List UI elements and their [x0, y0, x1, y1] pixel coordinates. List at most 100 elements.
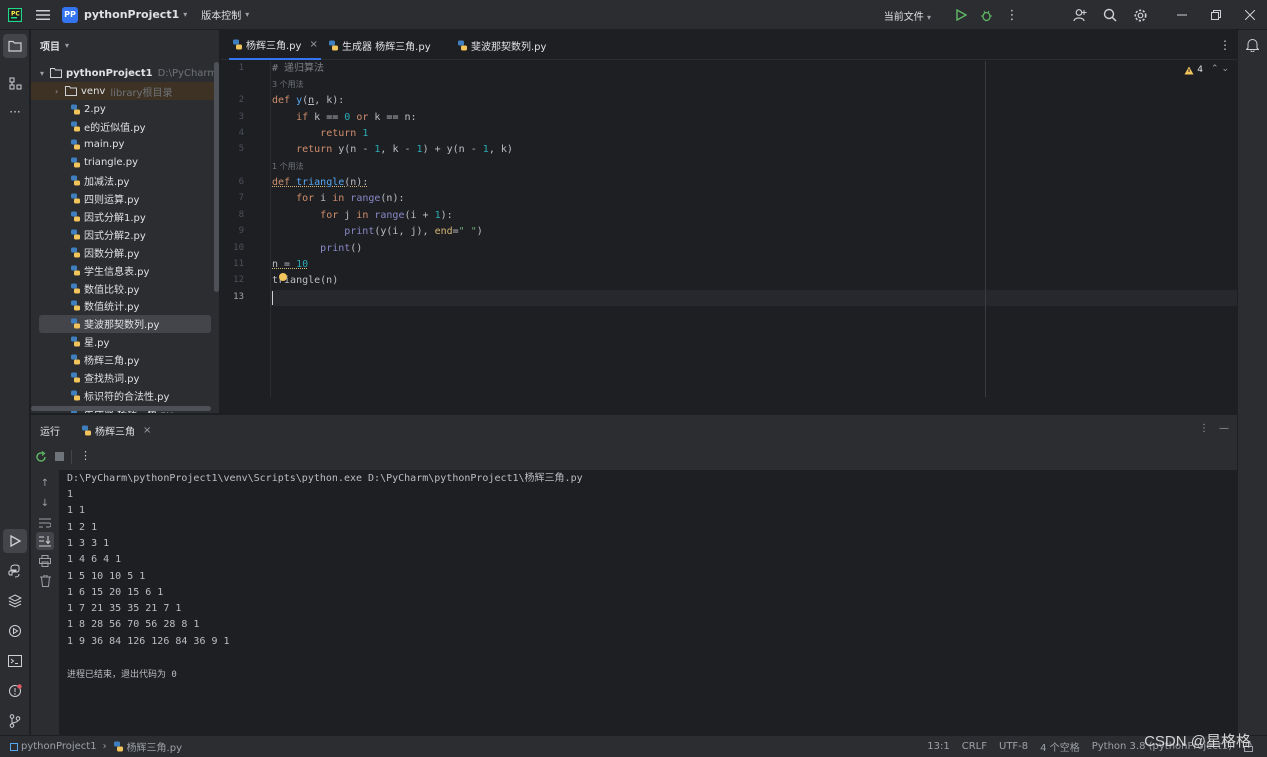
text-cursor — [272, 291, 273, 305]
notifications-bell-icon[interactable] — [1246, 38, 1259, 52]
line-number: 12 — [233, 275, 244, 285]
tab-yanghui[interactable]: 杨辉三角.py × — [229, 30, 321, 60]
code-editor[interactable]: 1 2 3 4 5 6 7 8 9 10 11 12 13 # 递归算法 3 个用法 def y(n, … — [221, 61, 1237, 397]
line-number: 2 — [238, 95, 244, 105]
file-name: 标识符的合法性.py — [84, 391, 170, 403]
file-encoding[interactable]: UTF-8 — [999, 741, 1028, 752]
project-switcher[interactable]: pythonProject1 — [84, 8, 179, 21]
svg-text:PC: PC — [11, 10, 20, 17]
print-icon[interactable] — [38, 554, 52, 568]
chevron-down-icon[interactable]: ▾ — [65, 41, 69, 50]
file-item[interactable]: 学生信息表.py — [31, 261, 214, 279]
navigate-problems-arrows[interactable]: ⌃ ⌄ — [1211, 64, 1229, 74]
file-item[interactable]: 因式分解1.py — [31, 207, 214, 225]
run-config-selector[interactable]: 当前文件 ▾ — [884, 8, 931, 23]
file-name: 因数分解.py — [84, 248, 140, 260]
debug-icon[interactable] — [973, 0, 999, 30]
file-item[interactable]: 加减法.py — [31, 172, 214, 190]
chevron-right-icon[interactable]: › — [55, 87, 65, 96]
intention-bulb-icon[interactable] — [279, 273, 287, 281]
python-console-icon[interactable] — [3, 559, 27, 583]
file-item[interactable]: 2.py — [31, 100, 214, 118]
console-output-line: 1 8 28 56 70 56 28 8 1 — [67, 619, 200, 631]
arrow-up-icon[interactable]: ↑ — [38, 476, 52, 490]
add-user-icon[interactable] — [1065, 0, 1095, 30]
file-item[interactable]: 星.py — [31, 333, 214, 351]
stop-icon[interactable] — [55, 452, 64, 461]
file-item[interactable]: 四则运算.py — [31, 190, 214, 208]
python-packages-icon[interactable] — [3, 589, 27, 613]
project-badge[interactable]: PP — [62, 6, 78, 23]
chevron-down-icon[interactable]: ▾ — [245, 10, 249, 19]
code-line-9: print(y(i, j), end=" ") — [344, 226, 483, 237]
horizontal-scrollbar[interactable] — [31, 406, 211, 411]
file-item[interactable]: 因数分解.py — [31, 243, 214, 261]
inspection-widget[interactable]: 4 — [1184, 65, 1203, 75]
project-panel-header[interactable]: 项目 ▾ — [31, 30, 219, 60]
scroll-to-end-icon[interactable] — [36, 532, 54, 550]
breadcrumb-project[interactable]: pythonProject1 — [21, 741, 97, 752]
search-icon[interactable] — [1095, 0, 1125, 30]
usage-hint[interactable]: 3 个用法 — [272, 77, 304, 93]
vcs-menu[interactable]: 版本控制 — [201, 7, 241, 22]
file-item[interactable]: main.py — [31, 136, 214, 154]
structure-icon[interactable] — [3, 71, 27, 95]
file-item[interactable]: e的近似值.py — [31, 118, 214, 136]
tree-venv[interactable]: › venv library根目录 — [31, 82, 214, 100]
indent-setting[interactable]: 4 个空格 — [1040, 739, 1080, 754]
more-tabs-icon[interactable]: ⋮ — [1219, 38, 1231, 52]
git-icon[interactable] — [3, 709, 27, 733]
line-separator[interactable]: CRLF — [962, 741, 987, 752]
file-item[interactable]: 杨辉三角.py — [31, 351, 214, 369]
breadcrumb-file[interactable]: 杨辉三角.py — [127, 739, 182, 754]
run-console[interactable]: D:\PyCharm\pythonProject1\venv\Scripts\p… — [59, 470, 1237, 735]
chevron-down-icon[interactable]: ▾ — [183, 10, 187, 19]
settings-gear-icon[interactable] — [1125, 0, 1155, 30]
problems-icon[interactable] — [3, 679, 27, 703]
chevron-down-icon[interactable]: ▾ — [40, 69, 50, 78]
more-options-icon[interactable]: ⋮ — [1199, 423, 1209, 434]
file-name: 数值统计.py — [84, 302, 140, 314]
project-tool-folder-icon[interactable] — [3, 34, 27, 58]
file-item[interactable]: 查找热词.py — [31, 369, 214, 387]
rerun-icon[interactable] — [35, 451, 47, 463]
soft-wrap-icon[interactable] — [38, 516, 52, 530]
trash-icon[interactable] — [38, 574, 52, 588]
folder-icon — [50, 68, 62, 78]
vertical-scrollbar[interactable] — [214, 62, 219, 292]
close-window-icon[interactable] — [1233, 0, 1267, 30]
file-name: 2.py — [84, 103, 106, 115]
more-options-icon[interactable]: ⋮ — [80, 449, 91, 462]
file-item[interactable]: 斐波那契数列.py — [39, 314, 211, 333]
main-menu-icon[interactable] — [36, 9, 50, 21]
tree-root[interactable]: ▾ pythonProject1 D:\PyCharm\py — [31, 64, 219, 82]
services-icon[interactable] — [3, 619, 27, 643]
terminal-icon[interactable] — [3, 649, 27, 673]
usage-hint[interactable]: 1 个用法 — [272, 159, 304, 175]
line-number: 11 — [233, 259, 244, 269]
close-tab-icon[interactable]: × — [143, 425, 151, 436]
tab-fibonacci[interactable]: 斐波那契数列.py — [457, 30, 546, 60]
restore-window-icon[interactable] — [1199, 0, 1233, 30]
run-tab[interactable]: 杨辉三角 × — [81, 415, 151, 445]
file-item[interactable]: triangle.py — [31, 154, 214, 172]
line-number: 5 — [238, 144, 244, 154]
more-actions-icon[interactable]: ⋮ — [999, 0, 1025, 30]
file-item[interactable]: 数值比较.py — [31, 279, 214, 297]
tab-generator-yanghui[interactable]: 生成器 杨辉三角.py — [328, 30, 431, 60]
minimize-panel-icon[interactable]: — — [1219, 423, 1229, 434]
arrow-down-icon[interactable]: ↓ — [38, 496, 52, 510]
run-icon[interactable] — [949, 0, 973, 30]
line-number: 7 — [238, 193, 244, 203]
minimize-window-icon[interactable] — [1165, 0, 1199, 30]
more-tools-icon[interactable]: ··· — [3, 100, 27, 124]
root-folder-path: D:\PyCharm\py — [157, 67, 219, 79]
file-item[interactable]: 因式分解2.py — [31, 225, 214, 243]
file-item[interactable]: 数值统计.py — [31, 297, 214, 315]
caret-position[interactable]: 13:1 — [927, 741, 949, 752]
line-number: 8 — [238, 210, 244, 220]
pycharm-logo-icon[interactable]: PC — [8, 7, 22, 22]
file-item[interactable]: 标识符的合法性.py — [31, 386, 214, 404]
close-tab-icon[interactable]: × — [309, 39, 317, 50]
run-tool-icon[interactable] — [3, 529, 27, 553]
